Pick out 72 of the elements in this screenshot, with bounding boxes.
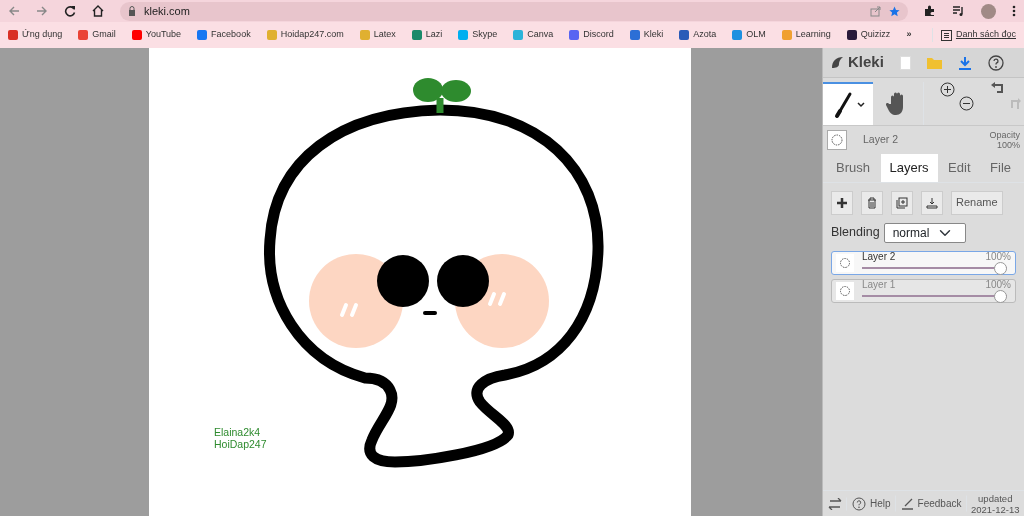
url-text: kleki.com — [144, 3, 191, 19]
opacity-label: Opacity — [989, 130, 1020, 140]
swap-icon — [828, 497, 842, 510]
panel-tab[interactable]: Edit — [939, 154, 980, 182]
bookmark-link[interactable]: OLM — [732, 28, 766, 42]
bookmark-link[interactable]: Hoidap247.com — [266, 28, 344, 42]
updated-date: 2021-12-13 — [969, 503, 1021, 515]
layer-name: Layer 2 — [863, 132, 900, 148]
panel-tab[interactable]: Brush — [827, 154, 879, 182]
layer-name: Layer 2 — [862, 250, 896, 262]
layer-opacity: 100% — [985, 278, 1011, 290]
lock-icon — [128, 6, 136, 16]
playlist-icon[interactable] — [952, 5, 965, 17]
bookmark-link[interactable]: Kleki — [629, 28, 664, 42]
caret-icon — [857, 101, 865, 108]
merge-layer-button[interactable] — [921, 190, 943, 215]
drawing-canvas[interactable]: Elaina2k4 HoiDap247 — [149, 48, 691, 516]
undo-icon[interactable] — [990, 82, 1004, 96]
bookmark-link[interactable]: Facebook — [197, 28, 251, 42]
layer-thumbnail-icon — [836, 281, 854, 300]
more-bookmarks-button[interactable]: » — [906, 28, 912, 42]
rename-button[interactable]: Rename — [951, 190, 1003, 215]
download-icon[interactable] — [957, 55, 972, 70]
bookmark-link[interactable]: Lazi — [411, 28, 443, 42]
zoom-in-icon[interactable] — [940, 82, 955, 97]
signature-text: HoiDap247 — [214, 438, 267, 450]
updated-label: updated — [977, 492, 1014, 504]
menu-icon[interactable] — [1012, 5, 1016, 17]
bookmark-link[interactable]: Latex — [359, 28, 396, 42]
forward-icon[interactable] — [36, 5, 48, 17]
merge-layer-icon — [926, 196, 938, 209]
bookmark-link[interactable]: Canva — [513, 28, 554, 42]
puzzle-icon[interactable] — [924, 5, 936, 17]
duplicate-layer-button[interactable] — [891, 190, 913, 215]
tool-button[interactable] — [823, 82, 873, 125]
star-icon[interactable] — [889, 5, 900, 17]
bookmark-link[interactable]: Quizizz — [846, 28, 891, 42]
home-icon[interactable] — [92, 5, 104, 17]
bookmark-link[interactable]: Gmail — [78, 28, 116, 42]
layer-name: Layer 1 — [862, 278, 896, 290]
pencil-icon — [900, 497, 914, 510]
layer-thumbnail-icon — [836, 253, 854, 272]
layer-opacity: 100% — [985, 250, 1011, 262]
bookmark-link[interactable]: YouTube — [131, 28, 182, 42]
panel-tab[interactable]: File — [981, 154, 1020, 182]
signature-text: Elaina2k4 — [214, 426, 262, 438]
help-button[interactable]: Help — [847, 495, 896, 512]
blending-label: Blending — [831, 224, 880, 242]
bookmark-link[interactable]: Discord — [569, 28, 614, 42]
zoom-out-icon[interactable] — [959, 96, 974, 111]
bookmark-link[interactable]: Ứng dụng — [8, 28, 63, 42]
help-icon — [852, 496, 866, 511]
reload-icon[interactable] — [64, 5, 76, 17]
list-icon — [940, 29, 952, 41]
layer-thumbnail-icon — [827, 130, 847, 150]
back-icon[interactable] — [8, 5, 20, 17]
delete-layer-button[interactable] — [861, 190, 883, 215]
reading-list-link[interactable]: Danh sách đọc — [931, 28, 1016, 42]
duplicate-layer-icon — [896, 196, 908, 209]
delete-layer-icon — [866, 196, 878, 209]
add-layer-icon — [836, 196, 848, 209]
layer-item[interactable]: Layer 2 100% — [831, 250, 1016, 275]
feedback-button[interactable]: Feedback — [895, 495, 967, 512]
help-icon[interactable] — [987, 54, 1004, 71]
bookmark-link[interactable]: Azota — [679, 28, 717, 42]
opacity-value: 100% — [995, 140, 1020, 150]
panel-tab[interactable]: Layers — [880, 154, 938, 182]
bookmark-link[interactable]: Learning — [781, 28, 831, 42]
bookmark-link[interactable]: Skype — [458, 28, 498, 42]
blending-dropdown[interactable]: normal — [883, 222, 966, 243]
add-layer-button[interactable] — [831, 190, 853, 215]
address-bar[interactable]: kleki.com — [120, 1, 908, 21]
